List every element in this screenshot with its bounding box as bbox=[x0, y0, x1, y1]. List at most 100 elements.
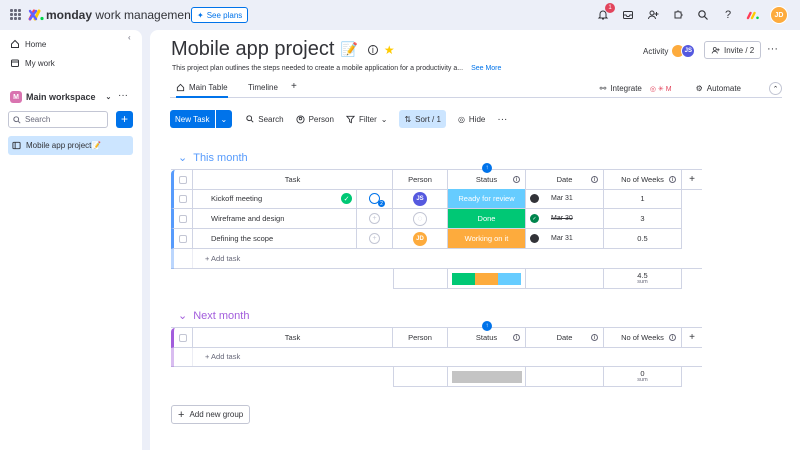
sort-indicator-icon[interactable]: ↑ bbox=[482, 321, 492, 331]
table-row[interactable]: Wireframe and design + ◌ Done ✓ Mar 30 3 bbox=[171, 209, 682, 229]
activity-button[interactable]: Activity JS bbox=[643, 44, 696, 58]
add-new-group-button[interactable]: + Add new group bbox=[171, 405, 251, 424]
workspace-more-icon[interactable]: ··· bbox=[118, 90, 128, 101]
page-title[interactable]: Mobile app project bbox=[171, 38, 334, 61]
search-icon[interactable] bbox=[695, 7, 711, 23]
info-icon[interactable]: i bbox=[669, 176, 676, 183]
column-header-add[interactable]: + bbox=[682, 328, 702, 348]
column-header-date[interactable]: Date i bbox=[526, 170, 604, 190]
conversation-cell[interactable]: + bbox=[357, 229, 393, 249]
conversation-cell[interactable]: 2 bbox=[357, 189, 393, 209]
sidebar-item-my-work[interactable]: My work bbox=[10, 58, 55, 68]
brand-logo[interactable]: monday work management bbox=[28, 8, 194, 22]
board-more-icon[interactable]: ··· bbox=[767, 43, 778, 55]
tab-main-table[interactable]: Main Table bbox=[176, 83, 228, 98]
info-icon[interactable]: i bbox=[513, 176, 520, 183]
table-row[interactable]: Kickoff meeting ✓ 2 JS Ready for review Mar 3… bbox=[171, 189, 682, 209]
row-checkbox[interactable] bbox=[179, 194, 187, 203]
date-cell[interactable]: Mar 31 bbox=[526, 229, 604, 249]
status-label[interactable]: Done bbox=[448, 209, 525, 228]
invite-members-icon[interactable] bbox=[645, 7, 661, 23]
column-header-weeks[interactable]: No of Weeks i bbox=[604, 328, 682, 348]
sort-indicator-icon[interactable]: ↑ bbox=[482, 163, 492, 173]
filter-button[interactable]: Filter ⌄ bbox=[345, 115, 387, 124]
row-checkbox-cell[interactable] bbox=[171, 189, 193, 209]
sidebar-item-home[interactable]: Home bbox=[10, 39, 46, 49]
task-name[interactable]: Kickoff meeting bbox=[211, 194, 262, 203]
weeks-cell[interactable]: 1 bbox=[604, 189, 682, 209]
task-cell[interactable]: Kickoff meeting ✓ bbox=[193, 189, 357, 209]
task-name[interactable]: Wireframe and design bbox=[211, 214, 284, 223]
task-name[interactable]: Defining the scope bbox=[211, 234, 273, 243]
status-distribution-bar[interactable] bbox=[451, 272, 522, 285]
add-update-icon[interactable]: + bbox=[369, 213, 380, 224]
column-header-person[interactable]: Person bbox=[393, 170, 448, 190]
row-checkbox-cell[interactable] bbox=[171, 209, 193, 229]
sort-button[interactable]: ⇅ Sort / 1 bbox=[399, 110, 446, 128]
person-cell[interactable]: JS bbox=[393, 189, 448, 209]
add-board-button[interactable]: + bbox=[116, 111, 133, 128]
add-task-label[interactable]: + Add task bbox=[205, 254, 240, 263]
person-avatar[interactable]: JS bbox=[413, 191, 427, 206]
conversation-cell[interactable]: + bbox=[357, 209, 393, 229]
info-icon[interactable]: i bbox=[591, 334, 598, 341]
person-cell[interactable]: ◌ bbox=[393, 209, 448, 229]
person-avatar[interactable]: JD bbox=[413, 231, 427, 246]
toolbar-more-icon[interactable]: ··· bbox=[497, 114, 507, 125]
table-row[interactable]: Defining the scope + JD Working on it Mar 31… bbox=[171, 229, 682, 249]
group-header-next-month[interactable]: ⌄ Next month bbox=[178, 309, 249, 323]
row-checkbox[interactable] bbox=[179, 234, 187, 243]
person-cell[interactable]: JD bbox=[393, 229, 448, 249]
new-task-button[interactable]: New Task ⌄ bbox=[170, 110, 233, 128]
column-header-task[interactable]: Task bbox=[193, 328, 393, 348]
see-more-link[interactable]: See More bbox=[471, 65, 501, 72]
invite-button[interactable]: Invite / 2 bbox=[704, 41, 762, 59]
weeks-cell[interactable]: 3 bbox=[604, 209, 682, 229]
sidebar-item-board[interactable]: Mobile app project📝 bbox=[8, 136, 133, 155]
column-header-task[interactable]: Task bbox=[193, 170, 393, 190]
help-icon[interactable]: ? bbox=[720, 7, 736, 23]
favorite-star-icon[interactable]: ★ bbox=[384, 43, 395, 57]
column-header-add[interactable]: + bbox=[682, 170, 702, 190]
empty-person-icon[interactable]: ◌ bbox=[413, 211, 427, 226]
hide-button[interactable]: ◎ Hide bbox=[458, 115, 485, 124]
add-task-label[interactable]: + Add task bbox=[205, 352, 240, 361]
group-header-this-month[interactable]: ⌄ This month bbox=[178, 151, 248, 165]
select-all-checkbox[interactable] bbox=[179, 333, 187, 342]
weeks-cell[interactable]: 0.5 bbox=[604, 229, 682, 249]
column-header-person[interactable]: Person bbox=[393, 328, 448, 348]
workspace-selector[interactable]: M Main workspace ⌄ bbox=[10, 91, 111, 103]
select-all-checkbox[interactable] bbox=[179, 175, 187, 184]
status-distribution-bar[interactable] bbox=[451, 370, 522, 383]
status-cell[interactable]: Working on it bbox=[448, 229, 526, 249]
add-update-icon[interactable]: + bbox=[369, 233, 380, 244]
status-cell[interactable]: Ready for review bbox=[448, 189, 526, 209]
date-cell[interactable]: ✓ Mar 30 bbox=[526, 209, 604, 229]
status-summary-cell[interactable] bbox=[448, 367, 526, 387]
chevron-down-icon[interactable]: ⌄ bbox=[214, 110, 233, 128]
status-summary-cell[interactable] bbox=[448, 269, 526, 289]
add-task-row[interactable]: + Add task bbox=[171, 346, 702, 367]
row-checkbox[interactable] bbox=[179, 214, 187, 223]
column-header-cb[interactable] bbox=[171, 328, 193, 348]
user-avatar[interactable]: JD bbox=[770, 6, 788, 24]
monday-products-icon[interactable] bbox=[745, 7, 761, 23]
info-icon[interactable]: i bbox=[367, 44, 378, 55]
collapse-sidebar-icon[interactable]: ‹ bbox=[128, 33, 138, 43]
tab-timeline[interactable]: Timeline bbox=[248, 83, 278, 92]
row-checkbox-cell[interactable] bbox=[171, 229, 193, 249]
column-header-weeks[interactable]: No of Weeks i bbox=[604, 170, 682, 190]
search-button[interactable]: Search bbox=[246, 115, 284, 124]
status-label[interactable]: Ready for review bbox=[448, 189, 525, 208]
column-header-date[interactable]: Date i bbox=[526, 328, 604, 348]
status-label[interactable]: Working on it bbox=[448, 229, 525, 248]
sidebar-search-input[interactable]: Search bbox=[8, 111, 108, 128]
column-header-cb[interactable] bbox=[171, 170, 193, 190]
task-cell[interactable]: Defining the scope bbox=[193, 229, 357, 249]
column-header-status[interactable]: Status i ↑ bbox=[448, 163, 526, 190]
task-cell[interactable]: Wireframe and design bbox=[193, 209, 357, 229]
add-view-button[interactable]: + bbox=[291, 81, 297, 92]
info-icon[interactable]: i bbox=[591, 176, 598, 183]
integrate-button[interactable]: ⚯ Integrate ◎ ✳ M bbox=[600, 84, 672, 93]
column-header-status[interactable]: Status i ↑ bbox=[448, 321, 526, 348]
